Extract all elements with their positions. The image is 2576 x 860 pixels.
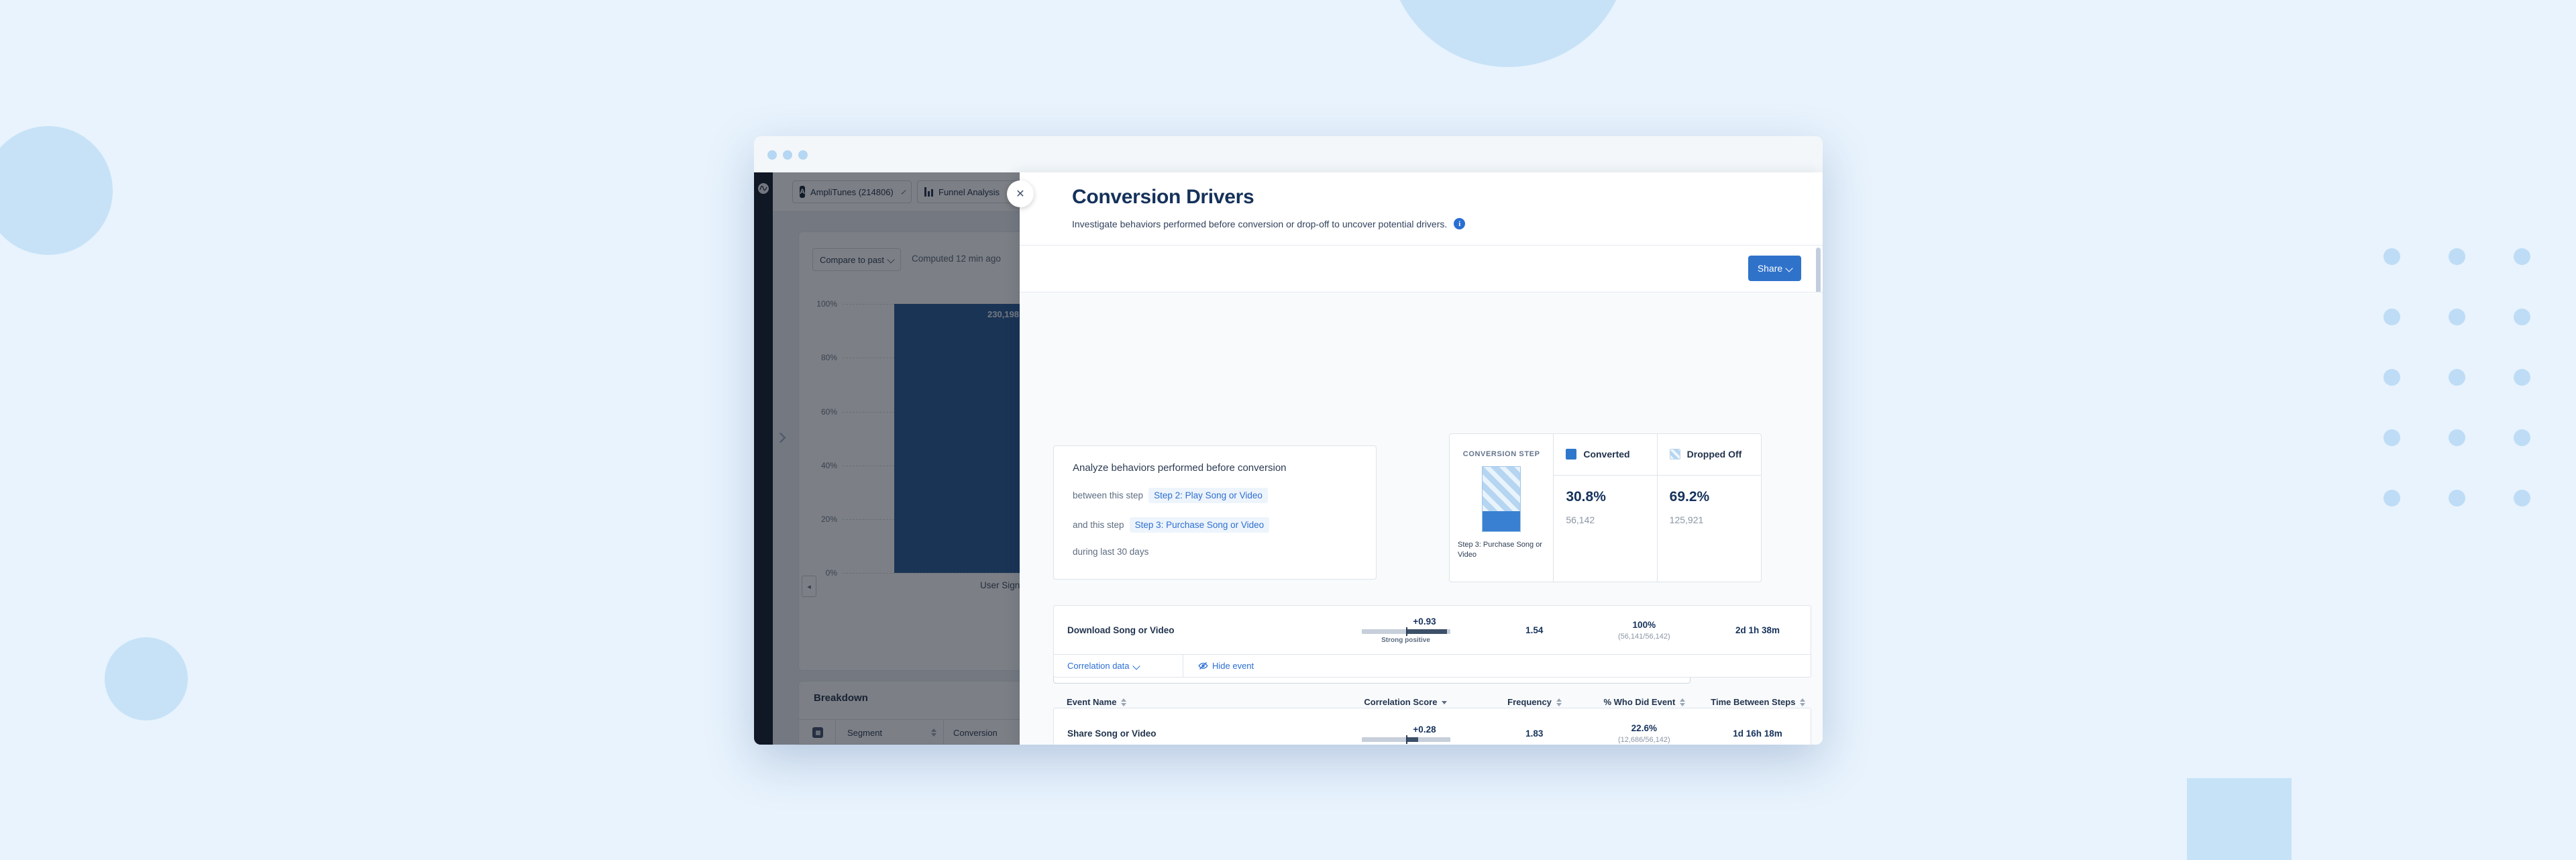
dropped-pct: 69.2% <box>1670 489 1710 505</box>
close-icon: ✕ <box>1016 187 1024 201</box>
deco-square <box>2187 778 2292 860</box>
sort-desc-icon <box>1442 701 1447 704</box>
deco-circle-top <box>1387 0 1629 67</box>
converted-count: 56,142 <box>1566 515 1595 525</box>
col-correlation-score[interactable]: Correlation Score <box>1326 697 1485 707</box>
page-subtitle: Investigate behaviors performed before c… <box>1072 218 1465 229</box>
correlation-center-tick <box>1406 735 1407 744</box>
event-name: Download Song or Video <box>1054 625 1326 635</box>
pct-value: 100% <box>1584 620 1705 630</box>
col-frequency[interactable]: Frequency <box>1485 697 1584 707</box>
info-icon[interactable]: i <box>1454 218 1465 229</box>
dropped-legend-label: Dropped Off <box>1687 449 1742 460</box>
correlation-bar <box>1362 629 1450 634</box>
sort-icon <box>1556 698 1562 706</box>
converted-legend-icon <box>1566 449 1576 460</box>
correlation-center-tick <box>1406 627 1407 636</box>
correlation-fill <box>1406 737 1418 742</box>
hide-event-button[interactable]: Hide event <box>1183 661 1254 671</box>
table-row[interactable]: Share Song or Video +0.28 1.83 22.6% <box>1054 708 1811 745</box>
dropped-stat-cell: Dropped Off 69.2% 125,921 <box>1657 434 1761 582</box>
time-between-value: 2d 1h 38m <box>1705 625 1811 635</box>
step-3-chip[interactable]: Step 3: Purchase Song or Video <box>1130 517 1270 533</box>
pct-value: 22.6% <box>1584 723 1705 733</box>
conversion-drivers-modal: Conversion Drivers Investigate behaviors… <box>1020 172 1823 745</box>
step-2-chip[interactable]: Step 2: Play Song or Video <box>1148 488 1268 503</box>
window-dot-3 <box>798 150 808 160</box>
conversion-step-cell: CONVERSION STEP Step 3: Purchase Song or… <box>1450 434 1553 582</box>
criteria-panel: Analyze behaviors performed before conve… <box>1053 445 1377 580</box>
correlation-score-cell: +0.28 <box>1326 724 1485 742</box>
event-name: Share Song or Video <box>1054 729 1326 739</box>
background-app: A AmpliTunes (214806) Funnel Analysis Co… <box>754 172 1022 745</box>
time-between-value: 1d 16h 18m <box>1705 729 1811 739</box>
deco-circle-small <box>105 637 188 720</box>
frequency-value: 1.83 <box>1485 729 1584 739</box>
deco-dot-grid <box>2383 248 2530 506</box>
event-row-card: Download Song or Video +0.93 Strong posi… <box>1053 605 1811 678</box>
share-button[interactable]: Share <box>1748 256 1801 281</box>
dropped-legend-icon <box>1670 449 1680 460</box>
dropped-off-segment <box>1483 467 1520 511</box>
mini-funnel-bar <box>1482 466 1521 532</box>
table-row[interactable]: Download Song or Video +0.93 Strong posi… <box>1054 606 1811 654</box>
close-button[interactable]: ✕ <box>1007 180 1034 207</box>
pct-who-did-cell: 22.6% (12,686/56,142) <box>1584 723 1705 744</box>
conversion-step-panel: CONVERSION STEP Step 3: Purchase Song or… <box>1449 433 1762 582</box>
converted-legend-label: Converted <box>1583 449 1629 460</box>
converted-pct: 30.8% <box>1566 489 1606 505</box>
col-pct-who-did[interactable]: % Who Did Event <box>1584 697 1705 707</box>
score-value: +0.28 <box>1413 724 1436 735</box>
and-step-label: and this step <box>1073 520 1124 530</box>
modal-dim-overlay <box>754 172 1022 745</box>
correlation-data-dropdown[interactable]: Correlation data <box>1054 655 1183 677</box>
converted-segment <box>1483 511 1520 531</box>
dropped-count: 125,921 <box>1670 515 1704 525</box>
frequency-value: 1.54 <box>1485 625 1584 635</box>
deco-circle-left <box>0 126 113 255</box>
criteria-title: Analyze behaviors performed before conve… <box>1073 462 1287 474</box>
between-step-label: between this step <box>1073 490 1143 500</box>
sort-icon <box>1680 698 1685 706</box>
correlation-score-cell: +0.93 Strong positive <box>1326 616 1485 644</box>
sort-icon <box>1121 698 1126 706</box>
modal-content: Analyze behaviors performed before conve… <box>1020 292 1823 745</box>
step-caption: Step 3: Purchase Song or Video <box>1458 540 1548 560</box>
correlation-fill <box>1406 629 1447 634</box>
col-time-between[interactable]: Time Between Steps <box>1705 697 1811 707</box>
col-event-name[interactable]: Event Name <box>1053 697 1326 707</box>
sort-icon <box>1800 698 1805 706</box>
app-window-card: A AmpliTunes (214806) Funnel Analysis Co… <box>754 136 1823 745</box>
page-title: Conversion Drivers <box>1072 186 1254 209</box>
row-actions: Correlation data Hide event <box>1054 654 1811 677</box>
eye-off-icon <box>1198 661 1208 671</box>
score-value: +0.93 <box>1413 616 1436 627</box>
pct-detail: (12,686/56,142) <box>1584 736 1705 744</box>
chevron-down-icon <box>1132 662 1140 669</box>
divider <box>1020 245 1823 246</box>
divider <box>1554 475 1656 476</box>
pct-who-did-cell: 100% (56,141/56,142) <box>1584 620 1705 641</box>
pct-detail: (56,141/56,142) <box>1584 633 1705 641</box>
chevron-down-icon <box>1786 264 1793 272</box>
window-dot-2 <box>783 150 792 160</box>
correlation-bar <box>1362 737 1450 742</box>
event-row-card: Share Song or Video +0.28 1.83 22.6% <box>1053 708 1811 745</box>
conversion-step-label: CONVERSION STEP <box>1450 450 1553 458</box>
divider <box>1658 475 1761 476</box>
during-label: during last 30 days <box>1073 547 1148 557</box>
score-caption: Strong positive <box>1381 637 1430 644</box>
converted-stat-cell: Converted 30.8% 56,142 <box>1553 434 1656 582</box>
window-dot-1 <box>767 150 777 160</box>
